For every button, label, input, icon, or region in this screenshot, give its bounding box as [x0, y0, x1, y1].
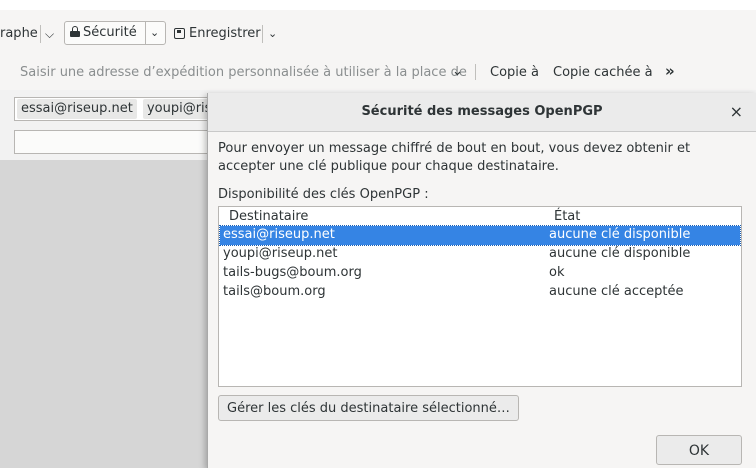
- compose-toolbar: raphe ⌵ Sécurité ⌄ Enregistrer ⌄: [0, 10, 756, 50]
- security-dropdown-chevron-icon[interactable]: ⌄: [150, 22, 159, 44]
- column-header-recipient[interactable]: Destinataire: [229, 209, 308, 224]
- close-icon[interactable]: ×: [730, 102, 743, 121]
- recipient-email: tails@boum.org: [223, 284, 326, 299]
- column-header-status[interactable]: État: [554, 209, 580, 224]
- list-item[interactable]: essai@riseup.net aucune clé disponible: [219, 225, 741, 246]
- save-button[interactable]: Enregistrer: [174, 23, 261, 45]
- window-top-edge: [0, 0, 756, 10]
- recipient-pill[interactable]: youpi@ris: [142, 99, 213, 119]
- recipient-key-list[interactable]: Destinataire État essai@riseup.net aucun…: [218, 206, 742, 387]
- recipient-email: essai@riseup.net: [223, 227, 335, 242]
- manage-keys-button[interactable]: Gérer les clés du destinataire sélection…: [218, 395, 519, 421]
- security-button[interactable]: Sécurité ⌄: [64, 21, 166, 45]
- save-button-label: Enregistrer: [189, 26, 261, 41]
- compose-body-dimmed: [0, 160, 207, 468]
- list-item[interactable]: tails@boum.org aucune clé acceptée: [220, 283, 740, 302]
- key-status: aucune clé disponible: [549, 227, 691, 242]
- save-dropdown-chevron-icon[interactable]: ⌄: [268, 23, 277, 45]
- bcc-button[interactable]: Copie cachée à: [553, 65, 653, 80]
- list-item[interactable]: youpi@riseup.net aucune clé disponible: [220, 245, 740, 264]
- key-availability-label: Disponibilité des clés OpenPGP :: [218, 187, 429, 202]
- lock-icon: [70, 26, 80, 37]
- cc-button[interactable]: Copie à: [490, 65, 539, 80]
- subject-field[interactable]: [14, 130, 214, 154]
- toolbar-separator: [145, 22, 146, 44]
- key-status: ok: [549, 265, 565, 280]
- list-item[interactable]: tails-bugs@boum.org ok: [220, 264, 740, 283]
- from-row-separator: [475, 64, 476, 80]
- dialog-description: Pour envoyer un message chiffré de bout …: [218, 141, 691, 174]
- toolbar-separator: [40, 25, 41, 43]
- from-dropdown-chevron-icon[interactable]: ⌄: [452, 64, 463, 79]
- recipient-email: youpi@riseup.net: [223, 246, 338, 261]
- recipient-pill[interactable]: essai@riseup.net: [17, 99, 137, 119]
- ok-button[interactable]: OK: [656, 435, 742, 465]
- recipient-email: tails-bugs@boum.org: [223, 265, 362, 280]
- dialog-titlebar: Sécurité des messages OpenPGP ×: [208, 93, 756, 132]
- list-header: Destinataire État: [219, 207, 741, 226]
- to-recipients-field[interactable]: essai@riseup.net youpi@ris: [14, 97, 214, 121]
- dialog-title: Sécurité des messages OpenPGP: [361, 104, 603, 119]
- from-row: Saisir une adresse d’expédition personna…: [0, 50, 756, 90]
- custom-from-input[interactable]: Saisir une adresse d’expédition personna…: [20, 65, 467, 80]
- spelling-dropdown-chevron-icon[interactable]: ⌵: [45, 23, 54, 45]
- security-button-label: Sécurité: [83, 25, 137, 40]
- toolbar-separator: [262, 25, 263, 43]
- spelling-button-label[interactable]: raphe: [0, 23, 38, 45]
- key-status: aucune clé acceptée: [549, 284, 684, 299]
- openpgp-security-dialog: Sécurité des messages OpenPGP × Pour env…: [207, 93, 756, 468]
- key-status: aucune clé disponible: [549, 246, 691, 261]
- floppy-disk-icon: [174, 28, 185, 39]
- more-fields-icon[interactable]: »: [665, 62, 675, 80]
